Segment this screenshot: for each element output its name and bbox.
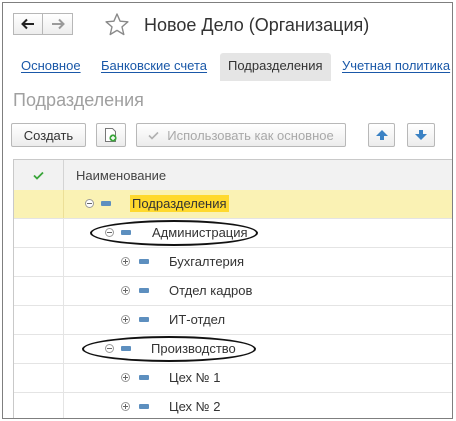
expand-icon[interactable] (121, 257, 130, 266)
row-label: Цех № 2 (169, 399, 221, 414)
table-row[interactable]: Подразделения (14, 190, 452, 219)
checkmark-icon (148, 131, 159, 140)
group-icon (139, 404, 149, 409)
use-as-main-button[interactable]: Использовать как основное (136, 123, 346, 147)
expand-icon[interactable] (121, 286, 130, 295)
checkmark-icon (33, 171, 44, 180)
row-check-cell (14, 277, 64, 305)
table-row[interactable]: Цех № 1 (14, 364, 452, 393)
collapse-icon[interactable] (85, 199, 94, 208)
row-check-cell (14, 219, 64, 247)
arrow-down-icon (415, 130, 427, 140)
tab-subdivisions[interactable]: Подразделения (220, 53, 331, 81)
organization-form: Новое Дело (Организация) Основное Банков… (2, 2, 453, 419)
row-label: Бухгалтерия (169, 254, 245, 269)
tab-bank-accounts[interactable]: Банковские счета (101, 53, 207, 81)
create-button[interactable]: Создать (11, 123, 86, 147)
move-down-button[interactable] (407, 123, 435, 147)
expand-icon[interactable] (121, 315, 130, 324)
section-title: Подразделения (13, 90, 144, 110)
row-check-cell (14, 306, 64, 334)
arrow-right-icon (51, 18, 65, 30)
tab-accounting-policy[interactable]: Учетная политика (342, 53, 450, 81)
table-row[interactable]: Бухгалтерия (14, 248, 452, 277)
back-button[interactable] (13, 13, 43, 35)
expand-icon[interactable] (121, 373, 130, 382)
header-check-column[interactable] (14, 160, 64, 190)
row-label: Подразделения (130, 195, 229, 212)
row-label: ИТ-отдел (169, 312, 226, 327)
row-check-cell (14, 364, 64, 392)
use-as-main-label: Использовать как основное (167, 127, 334, 143)
annotation-oval (82, 336, 256, 362)
subdivisions-table: Наименование Подразделения Администрация… (13, 159, 452, 418)
group-icon (139, 375, 149, 380)
navigation-buttons (13, 13, 73, 37)
row-check-cell (14, 248, 64, 276)
copy-button[interactable] (96, 123, 126, 147)
tab-main[interactable]: Основное (21, 53, 81, 81)
add-copy-icon (105, 128, 117, 142)
group-icon (139, 317, 149, 322)
table-row[interactable]: ИТ-отдел (14, 306, 452, 335)
window-title: Новое Дело (Организация) (144, 15, 370, 35)
column-header-name[interactable]: Наименование (76, 168, 166, 183)
group-icon (101, 201, 111, 206)
arrow-left-icon (21, 18, 34, 30)
group-icon (139, 259, 149, 264)
table-row[interactable]: Отдел кадров (14, 277, 452, 306)
row-check-cell (14, 190, 64, 218)
table-row[interactable]: Производство (14, 335, 452, 364)
star-icon[interactable] (104, 12, 130, 38)
group-icon (139, 288, 149, 293)
table-row[interactable]: Цех № 2 (14, 393, 452, 418)
row-check-cell (14, 335, 64, 363)
annotation-oval (90, 220, 258, 246)
row-label: Отдел кадров (169, 283, 253, 298)
move-up-button[interactable] (368, 123, 395, 147)
expand-icon[interactable] (121, 402, 130, 411)
forward-button[interactable] (43, 13, 73, 35)
table-header: Наименование (14, 160, 452, 191)
arrow-up-icon (375, 130, 388, 140)
row-label: Цех № 1 (169, 370, 221, 385)
row-check-cell (14, 393, 64, 418)
table-row[interactable]: Администрация (14, 219, 452, 248)
